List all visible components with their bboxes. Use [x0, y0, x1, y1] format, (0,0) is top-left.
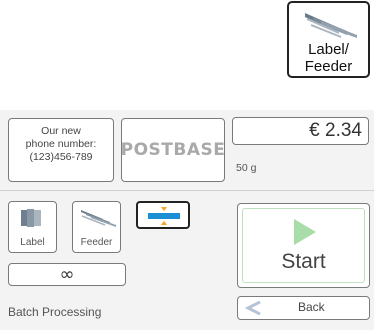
info-message-box: Our new phone number: (123)456-789 — [8, 118, 114, 182]
status-text: Batch Processing — [8, 305, 102, 319]
brand-text: POSTBASE — [120, 140, 226, 160]
play-icon — [294, 219, 316, 245]
feeder-mode-button[interactable]: Feeder — [72, 201, 121, 253]
start-button[interactable]: Start — [237, 203, 370, 288]
postage-price-display[interactable]: € 2.34 — [232, 117, 369, 145]
compress-arrows-icon — [148, 207, 180, 225]
feeder-mode-label: Feeder — [80, 237, 113, 248]
infinity-icon: ∞ — [59, 264, 75, 285]
label-mode-button[interactable]: Label — [8, 201, 57, 253]
continuous-mode-button[interactable]: ∞ — [8, 263, 126, 286]
label-stack-icon — [21, 209, 41, 227]
price-value: € 2.34 — [309, 120, 362, 141]
feeder-stack-icon — [81, 210, 116, 227]
label-feeder-label: Label/ Feeder — [304, 41, 353, 75]
info-line-2: phone number: — [25, 138, 97, 150]
back-button[interactable]: Back — [237, 296, 370, 320]
back-arrow-icon — [244, 300, 261, 316]
label-feeder-button[interactable]: Label/ Feeder — [287, 1, 370, 78]
start-label: Start — [281, 250, 326, 273]
info-line-3: (123)456-789 — [29, 151, 93, 163]
panel-divider — [0, 190, 374, 191]
back-label: Back — [298, 300, 325, 314]
label-feeder-icon — [305, 13, 357, 38]
label-mode-label: Label — [20, 237, 45, 248]
compress-height-button[interactable] — [136, 201, 190, 229]
brand-logo: POSTBASE — [121, 118, 225, 182]
weight-display: 50 g — [236, 162, 257, 174]
info-line-1: Our new — [41, 125, 81, 137]
